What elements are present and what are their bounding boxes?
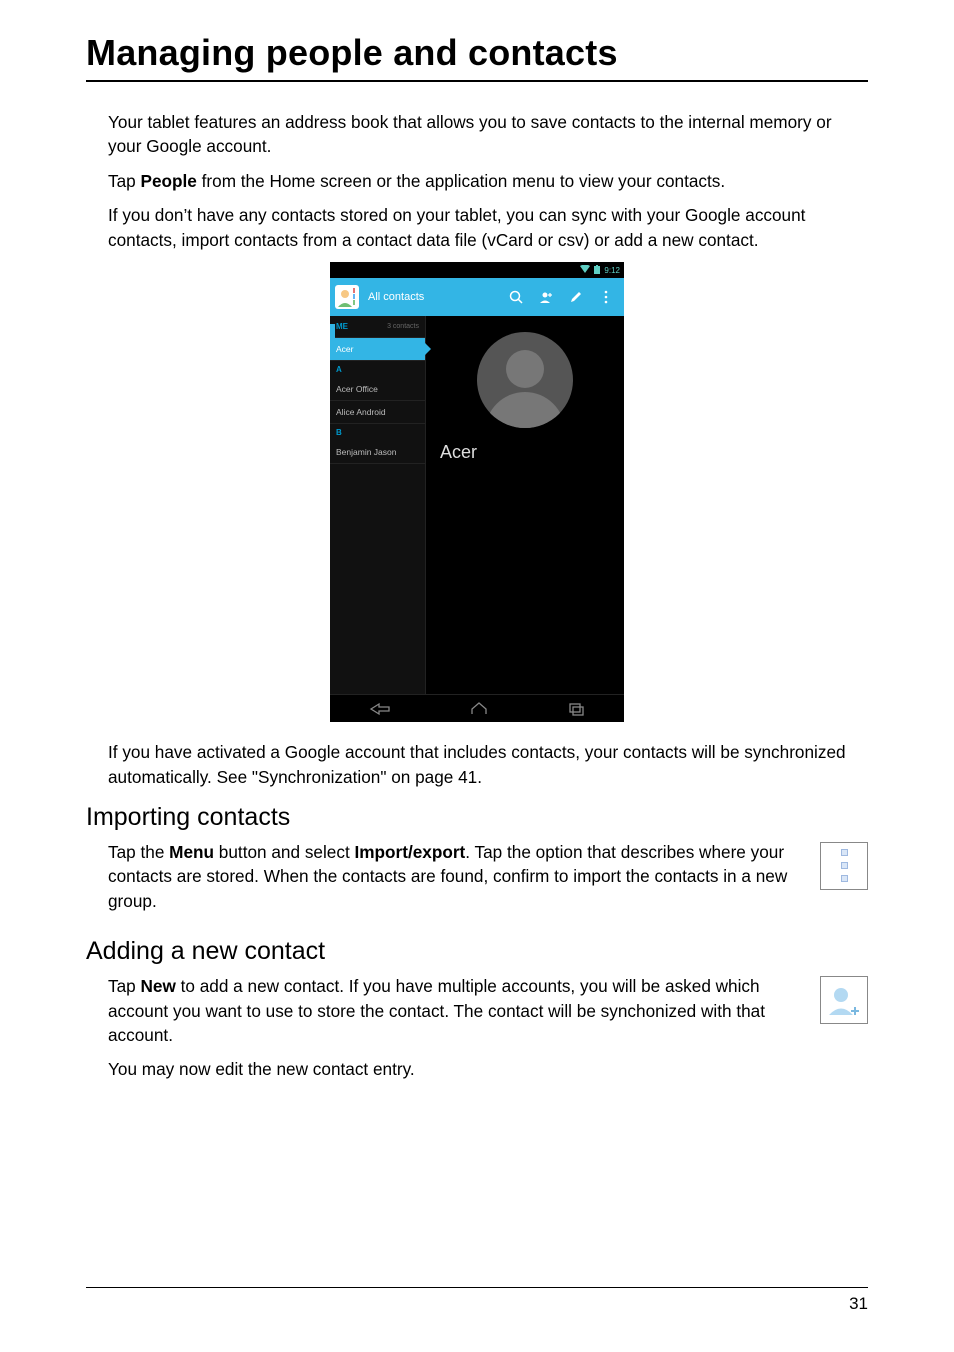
title-divider (86, 80, 868, 82)
contacts-sidebar: ME 3 contacts Acer A Acer Office Alice A… (330, 316, 426, 694)
text-fragment: button and select (214, 842, 354, 862)
wifi-icon (580, 265, 590, 275)
page-title: Managing people and contacts (86, 32, 868, 74)
overflow-menu-icon[interactable] (598, 289, 614, 305)
intro-paragraph-1: Your tablet features an address book tha… (108, 110, 868, 159)
text-fragment: Tap the (108, 842, 169, 862)
app-header-bar: All contacts (330, 278, 624, 316)
text-fragment: to add a new contact. If you have multip… (108, 976, 765, 1045)
contact-avatar[interactable] (477, 332, 573, 428)
sidebar-item-acer[interactable]: Acer (330, 338, 425, 361)
footer-divider (86, 1287, 868, 1288)
menu-button-icon (820, 842, 868, 890)
people-app-icon[interactable] (330, 278, 364, 316)
avatar-body (485, 392, 565, 428)
sidebar-item-benjamin[interactable]: Benjamin Jason (330, 441, 425, 464)
intro-paragraph-2: Tap People from the Home screen or the a… (108, 169, 868, 193)
contact-name: Acer (426, 442, 477, 463)
importing-section: Tap the Menu button and select Import/ex… (108, 840, 868, 923)
adding-section: Tap New to add a new contact. If you hav… (108, 974, 868, 1057)
sidebar-letter-a: A (330, 361, 425, 378)
menu-dots-icon (841, 849, 848, 882)
tablet-screenshot: 9:12 All contacts (330, 262, 624, 722)
menu-label: Menu (169, 842, 214, 862)
sidebar-item-acer-office[interactable]: Acer Office (330, 378, 425, 401)
page-footer: 31 (86, 1287, 868, 1314)
android-nav-bar (330, 694, 624, 722)
sync-paragraph: If you have activated a Google account t… (108, 740, 868, 789)
adding-paragraph-1: Tap New to add a new contact. If you hav… (108, 974, 806, 1047)
people-label: People (141, 171, 197, 191)
recent-apps-icon[interactable] (567, 702, 585, 716)
text-fragment: Tap (108, 171, 141, 191)
adding-paragraph-2: You may now edit the new contact entry. (108, 1057, 868, 1081)
sidebar-item-alice[interactable]: Alice Android (330, 401, 425, 424)
adding-heading: Adding a new contact (86, 937, 868, 966)
new-label: New (141, 976, 176, 996)
back-icon[interactable] (369, 702, 391, 716)
tablet-content: ME 3 contacts Acer A Acer Office Alice A… (330, 316, 624, 694)
status-bar: 9:12 (330, 262, 624, 278)
sidebar-letter-b: B (330, 424, 425, 441)
add-contact-icon (826, 982, 862, 1018)
importing-heading: Importing contacts (86, 803, 868, 832)
new-contact-button-icon (820, 976, 868, 1024)
sidebar-me-row[interactable]: ME 3 contacts (330, 316, 425, 338)
home-icon[interactable] (470, 702, 488, 716)
page-number: 31 (86, 1294, 868, 1314)
avatar-head (506, 350, 544, 388)
header-title[interactable]: All contacts (364, 291, 508, 303)
me-count: 3 contacts (387, 323, 419, 330)
text-fragment: Tap (108, 976, 141, 996)
tablet-screenshot-wrap: 9:12 All contacts (86, 262, 868, 722)
edit-icon[interactable] (568, 289, 584, 305)
add-contact-icon[interactable] (538, 289, 554, 305)
import-export-label: Import/export (355, 842, 466, 862)
search-icon[interactable] (508, 289, 524, 305)
status-time: 9:12 (604, 266, 620, 275)
header-actions (508, 289, 624, 305)
contact-detail: Acer (426, 316, 624, 694)
intro-paragraph-3: If you don’t have any contacts stored on… (108, 203, 868, 252)
battery-icon (594, 265, 600, 276)
importing-paragraph: Tap the Menu button and select Import/ex… (108, 840, 806, 913)
me-label: ME (336, 322, 348, 331)
text-fragment: from the Home screen or the application … (197, 171, 725, 191)
